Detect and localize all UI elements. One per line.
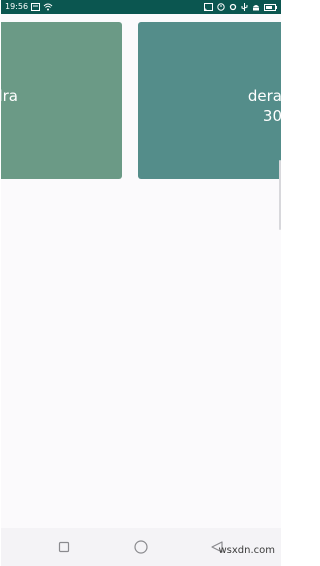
carousel-card[interactable]: dera 30 — [138, 22, 281, 179]
watermark: wsxdn.com — [218, 545, 275, 556]
alarm-icon — [217, 3, 225, 11]
status-right-icons — [204, 0, 277, 14]
circle-icon — [134, 540, 148, 554]
status-time: 19:56 — [5, 2, 29, 11]
settings-icon — [229, 3, 237, 11]
notification-icon — [31, 3, 40, 11]
card-title: dera — [247, 87, 281, 105]
square-icon — [58, 541, 70, 553]
android-icon — [252, 3, 260, 11]
carousel-card[interactable]: dra — [1, 22, 122, 179]
card-text: dera 30 — [248, 86, 281, 126]
home-button[interactable] — [132, 538, 150, 556]
wifi-icon — [43, 3, 53, 11]
status-bar: 19:56 — [1, 0, 281, 14]
card-carousel[interactable]: dra dera 30 — [1, 14, 281, 528]
cast-icon — [204, 3, 213, 11]
phone-screen: 19:56 ra dera 30 wsxdn.com — [1, 0, 281, 566]
card-subtitle: 30 — [262, 107, 281, 125]
recent-apps-button[interactable] — [55, 538, 73, 556]
card-title: dra — [1, 87, 18, 105]
battery-icon — [264, 3, 277, 11]
status-left-icons — [31, 3, 53, 11]
usb-icon — [241, 3, 248, 11]
card-text: dra — [1, 86, 18, 106]
scrollbar[interactable] — [279, 160, 281, 230]
